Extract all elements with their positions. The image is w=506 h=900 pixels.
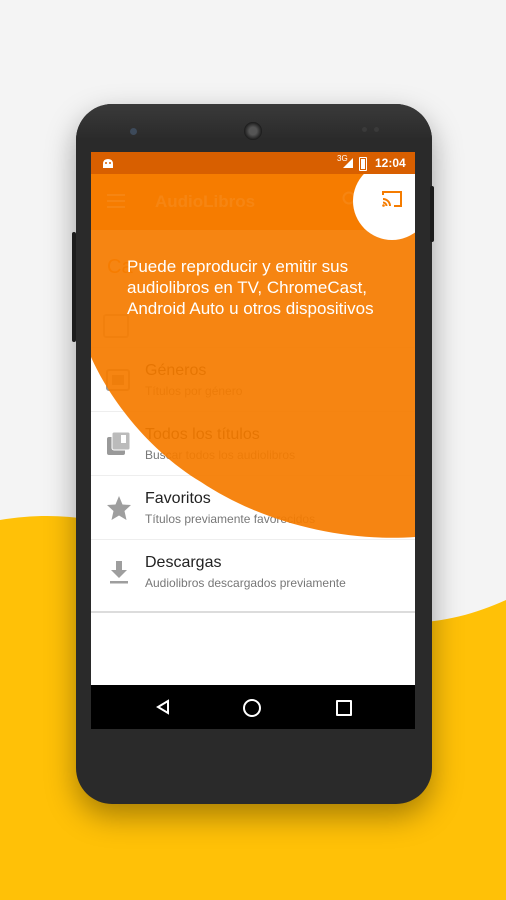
battery-icon [359,157,367,171]
signal-icon [343,158,353,168]
front-camera [130,128,137,135]
list-item-title: Todos los títulos [145,426,260,443]
list-item-descargas[interactable]: Descargas Audiolibros descargados previa… [91,539,415,604]
list-item-subtitle: Audiolibros descargados previamente [145,576,346,590]
list-bottom-shadow [91,611,415,613]
categories-icon [103,314,129,338]
hamburger-icon[interactable] [107,194,125,208]
cast-icon[interactable] [381,190,403,208]
list-item-favoritos[interactable]: Favoritos Títulos previamente favorecido… [91,475,415,540]
volume-button [72,232,76,342]
list-item-subtitle: Títulos por género [145,384,243,398]
library-icon [107,431,131,455]
list-item-title: Descargas [145,554,222,571]
proximity-sensor [362,127,367,132]
genre-icon [106,369,130,391]
back-icon[interactable] [155,699,171,715]
tooltip-text: Puede reproducir y emitir sus audiolibro… [127,257,374,318]
star-icon [107,496,131,520]
earpiece-speaker [244,122,262,140]
status-bar: 3G 12:04 [91,152,415,174]
app-title: AudioLibros [155,192,256,211]
list-item-subtitle: Buscar todos los audiolibros [145,448,296,462]
android-icon [103,159,113,168]
light-sensor [374,127,379,132]
home-icon[interactable] [243,699,261,717]
list-item-todos[interactable]: Todos los títulos Buscar todos los audio… [91,411,415,476]
download-icon [110,561,128,584]
list-item-title: Géneros [145,362,207,379]
phone-screen: 3G 12:04 AudioLibros Ca Géneros Títulos … [91,152,415,729]
list-item-title: Favoritos [145,490,211,507]
list-item-subtitle: Títulos previamente favorecidos [145,512,316,526]
list-item-generos[interactable]: Géneros Títulos por género [91,347,415,412]
recents-icon[interactable] [336,700,352,716]
navigation-bar [91,685,415,729]
clock: 12:04 [375,156,406,170]
power-button [430,186,434,242]
